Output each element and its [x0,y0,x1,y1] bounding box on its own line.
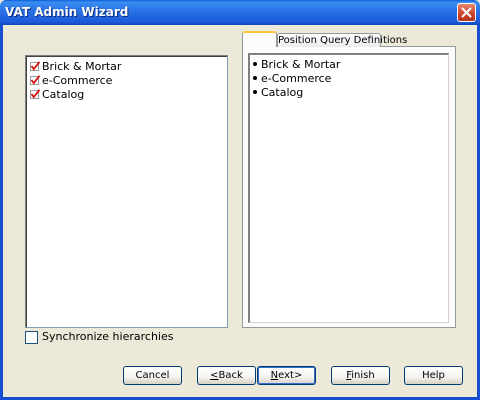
help-label: Help [422,370,445,381]
list-item-label: Brick & Mortar [261,57,341,71]
cancel-label: Cancel [135,370,170,381]
checkmark-icon[interactable] [30,60,40,72]
window-frame-left [0,25,3,400]
back-button[interactable]: <Back [197,366,256,385]
checkmark-icon[interactable] [30,88,40,100]
list-item-label: e-Commerce [261,71,332,85]
list-item[interactable]: Brick & Mortar [30,59,121,73]
list-item-label: e-Commerce [42,73,113,87]
hierarchy-list[interactable]: Brick & Mortar e-Commerce Catalog [248,53,449,323]
list-item[interactable]: e-Commerce [30,73,112,87]
tab-position-query-definitions[interactable]: Position Query Definitions [277,33,407,47]
hierarchy-checklist[interactable]: Brick & Mortar e-Commerce Catalog [25,55,228,328]
close-button[interactable] [457,3,476,22]
back-mnemonic: < [210,370,219,381]
title-bar[interactable]: VAT Admin Wizard [0,0,480,25]
list-item-label: Catalog [42,87,85,101]
help-button[interactable]: Help [404,366,463,385]
bullet-icon [253,62,257,66]
synchronize-label[interactable]: Synchronize hierarchies [42,330,173,344]
finish-label: inish [351,370,375,381]
list-item[interactable]: e-Commerce [253,71,331,85]
list-item-label: Catalog [261,85,304,99]
next-button[interactable]: Next> [257,366,316,385]
tab-label: Position Query Definitions [278,35,408,46]
bullet-icon [253,76,257,80]
finish-button[interactable]: Finish [331,366,390,385]
list-item[interactable]: Brick & Mortar [253,57,340,71]
cancel-button[interactable]: Cancel [123,366,182,385]
back-label: Back [218,370,243,381]
list-item[interactable]: Catalog [30,87,84,101]
synchronize-checkbox[interactable] [25,331,38,344]
bullet-icon [253,90,257,94]
list-item-label: Brick & Mortar [42,59,122,73]
close-icon [461,7,472,18]
checkmark-icon[interactable] [30,74,40,86]
next-label: ext> [278,370,303,381]
window-title: VAT Admin Wizard [5,5,129,19]
list-item[interactable]: Catalog [253,85,303,99]
tab-unnamed[interactable] [242,31,277,47]
